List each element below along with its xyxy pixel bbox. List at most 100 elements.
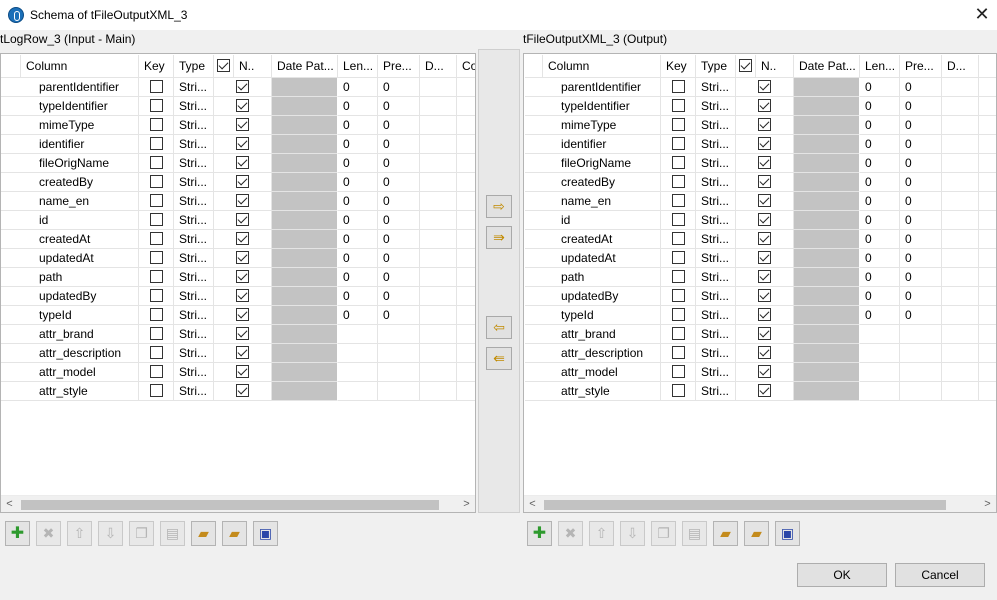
output-cell-nullable[interactable] — [756, 173, 794, 192]
output-cell-default[interactable] — [942, 268, 979, 287]
output-cell-column-name[interactable]: path — [543, 268, 661, 287]
input-cell-default[interactable] — [420, 249, 457, 268]
input-cell-type[interactable]: Stri... — [174, 287, 214, 306]
output-cell-key[interactable] — [661, 325, 696, 344]
input-cell-key[interactable] — [139, 230, 174, 249]
output-cell-comment[interactable] — [979, 154, 996, 173]
input-header-col-7[interactable]: Len... — [338, 55, 378, 78]
nullable-checkbox[interactable] — [758, 327, 771, 341]
input-cell-column-name[interactable]: id — [21, 211, 139, 230]
output-cell-length[interactable]: 0 — [860, 97, 900, 116]
input-cell-column-name[interactable]: createdBy — [21, 173, 139, 192]
output-cell-column-name[interactable]: attr_model — [543, 363, 661, 382]
output-cell-key[interactable] — [661, 268, 696, 287]
input-cell-column-name[interactable]: createdAt — [21, 230, 139, 249]
output-cell-precision[interactable]: 0 — [900, 249, 942, 268]
output-cell-nullable[interactable] — [756, 211, 794, 230]
nullable-checkbox[interactable] — [236, 308, 249, 322]
key-checkbox[interactable] — [671, 346, 685, 360]
output-cell-column-name[interactable]: typeIdentifier — [543, 97, 661, 116]
output-paste-button[interactable]: ▤ — [682, 521, 707, 546]
key-checkbox[interactable] — [671, 80, 685, 94]
output-cell-comment[interactable] — [979, 268, 996, 287]
input-cell-comment[interactable] — [457, 78, 475, 97]
input-cell-comment[interactable] — [457, 249, 475, 268]
output-cell-key[interactable] — [661, 211, 696, 230]
input-cell-type[interactable]: Stri... — [174, 268, 214, 287]
key-checkbox[interactable] — [149, 175, 163, 189]
output-cell-nullable[interactable] — [756, 97, 794, 116]
output-cell-default[interactable] — [942, 287, 979, 306]
input-cell-type[interactable]: Stri... — [174, 173, 214, 192]
output-cell-type[interactable]: Stri... — [696, 135, 736, 154]
output-cell-comment[interactable] — [979, 173, 996, 192]
input-cell-length[interactable] — [338, 363, 378, 382]
output-cell-type[interactable]: Stri... — [696, 116, 736, 135]
output-cell-precision[interactable]: 0 — [900, 173, 942, 192]
output-cell-type[interactable]: Stri... — [696, 154, 736, 173]
output-cell-precision[interactable] — [900, 325, 942, 344]
output-cell-nullable[interactable] — [756, 344, 794, 363]
key-checkbox[interactable] — [149, 308, 163, 322]
nullable-checkbox[interactable] — [758, 118, 771, 132]
key-checkbox[interactable] — [149, 327, 163, 341]
key-checkbox[interactable] — [671, 289, 685, 303]
output-import-button[interactable]: ▰ — [713, 521, 738, 546]
input-cell-comment[interactable] — [457, 325, 475, 344]
input-header-col-1[interactable]: Column — [21, 55, 139, 78]
nullable-checkbox[interactable] — [236, 251, 249, 265]
input-cell-key[interactable] — [139, 344, 174, 363]
input-save-button[interactable]: ▣ — [253, 521, 278, 546]
output-cell-key[interactable] — [661, 344, 696, 363]
input-cell-column-name[interactable]: attr_description — [21, 344, 139, 363]
input-cell-column-name[interactable]: updatedAt — [21, 249, 139, 268]
input-cell-length[interactable] — [338, 382, 378, 401]
input-cell-column-name[interactable]: attr_model — [21, 363, 139, 382]
input-cell-length[interactable]: 0 — [338, 287, 378, 306]
key-checkbox[interactable] — [671, 308, 685, 322]
input-cell-comment[interactable] — [457, 116, 475, 135]
output-cell-column-name[interactable]: mimeType — [543, 116, 661, 135]
output-cell-precision[interactable]: 0 — [900, 306, 942, 325]
output-cell-default[interactable] — [942, 325, 979, 344]
output-cell-length[interactable]: 0 — [860, 287, 900, 306]
key-checkbox[interactable] — [149, 80, 163, 94]
output-cell-type[interactable]: Stri... — [696, 306, 736, 325]
nullable-checkbox[interactable] — [758, 194, 771, 208]
output-cell-column-name[interactable]: typeId — [543, 306, 661, 325]
output-cell-key[interactable] — [661, 154, 696, 173]
output-cell-column-name[interactable]: updatedAt — [543, 249, 661, 268]
output-save-button[interactable]: ▣ — [775, 521, 800, 546]
output-cell-default[interactable] — [942, 78, 979, 97]
key-checkbox[interactable] — [149, 156, 163, 170]
input-cell-comment[interactable] — [457, 306, 475, 325]
input-cell-precision[interactable]: 0 — [378, 211, 420, 230]
output-header-col-10[interactable] — [979, 55, 996, 78]
output-cell-length[interactable] — [860, 363, 900, 382]
key-checkbox[interactable] — [149, 232, 163, 246]
input-cell-length[interactable]: 0 — [338, 116, 378, 135]
output-export-button[interactable]: ▰ — [744, 521, 769, 546]
input-move-down-button[interactable]: ⇩ — [98, 521, 123, 546]
nullable-checkbox[interactable] — [236, 365, 249, 379]
nullable-checkbox[interactable] — [236, 270, 249, 284]
input-cell-type[interactable]: Stri... — [174, 97, 214, 116]
input-cell-type[interactable]: Stri... — [174, 135, 214, 154]
input-cell-length[interactable] — [338, 344, 378, 363]
output-horizontal-scrollbar[interactable]: < > — [524, 495, 996, 512]
input-cell-column-name[interactable]: updatedBy — [21, 287, 139, 306]
input-cell-precision[interactable]: 0 — [378, 97, 420, 116]
input-cell-nullable[interactable] — [234, 78, 272, 97]
key-checkbox[interactable] — [671, 99, 685, 113]
input-cell-column-name[interactable]: typeId — [21, 306, 139, 325]
input-cell-default[interactable] — [420, 135, 457, 154]
output-cell-type[interactable]: Stri... — [696, 211, 736, 230]
output-cell-nullable[interactable] — [756, 192, 794, 211]
input-cell-comment[interactable] — [457, 211, 475, 230]
input-cell-key[interactable] — [139, 249, 174, 268]
output-header-col-8[interactable]: Pre... — [900, 55, 942, 78]
input-cell-comment[interactable] — [457, 344, 475, 363]
input-cell-type[interactable]: Stri... — [174, 306, 214, 325]
nullable-checkbox[interactable] — [236, 99, 249, 113]
input-cell-default[interactable] — [420, 287, 457, 306]
